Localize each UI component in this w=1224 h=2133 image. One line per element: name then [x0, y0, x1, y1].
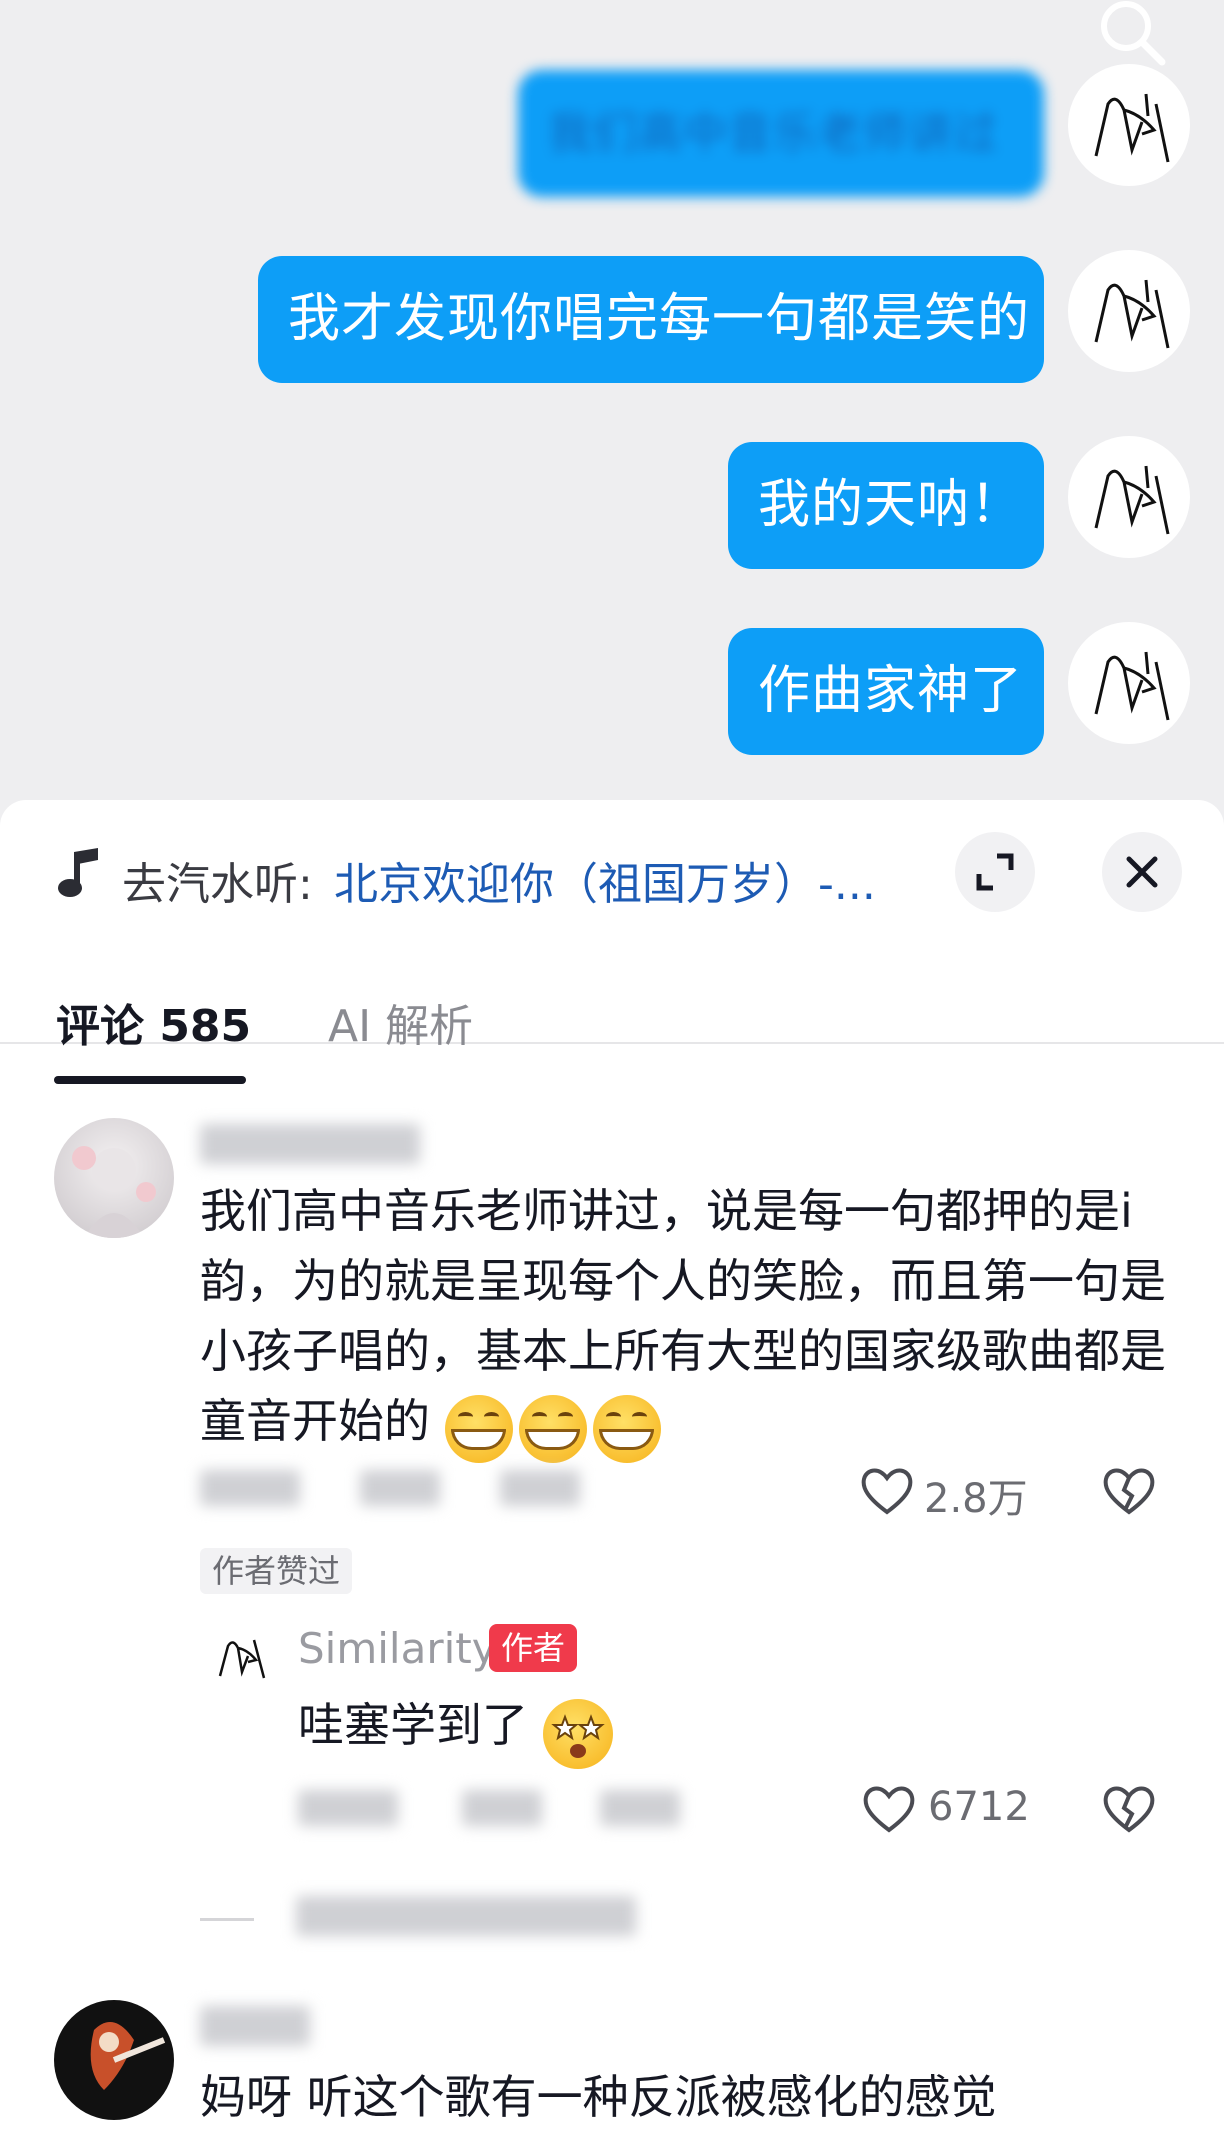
emoji-group [444, 1394, 661, 1463]
chat-bubble: 我们高中音乐老师讲过 [518, 70, 1044, 197]
username-blurred [200, 2006, 310, 2046]
username-blurred [200, 1124, 420, 1164]
avatar[interactable] [1068, 250, 1190, 372]
author-badge: 作者 [489, 1624, 578, 1672]
search-icon[interactable] [1090, 0, 1170, 70]
reply-button-blurred[interactable] [600, 1790, 680, 1826]
tab-underline [54, 1076, 246, 1084]
tab-comments[interactable]: 评论 585 [56, 990, 251, 1054]
divider [200, 1918, 254, 1921]
heart-icon[interactable] [862, 1784, 916, 1834]
grin-emoji-icon [518, 1394, 587, 1463]
comment-text-content: 我们高中音乐老师讲过，说是每一句都押的是i韵，为的就是呈现每个人的笑脸，而且第一… [200, 1184, 1166, 1448]
chat-area: 我们高中音乐老师讲过 我才发现你唱完每一句都是笑的 我的天呐！ 作曲家神了 [0, 0, 1224, 800]
tab-ai-analysis[interactable]: AI 解析 [328, 990, 473, 1054]
close-icon[interactable] [1102, 832, 1182, 912]
grin-emoji-icon [592, 1394, 661, 1463]
chat-bubble: 我才发现你唱完每一句都是笑的 [258, 256, 1044, 383]
avatar[interactable] [54, 2000, 174, 2120]
comment-text: 我们高中音乐老师讲过，说是每一句都押的是i韵，为的就是呈现每个人的笑脸，而且第一… [200, 1176, 1180, 1463]
time-blurred [200, 1470, 300, 1506]
avatar[interactable] [1068, 436, 1190, 558]
author-liked-tag: 作者赞过 [200, 1548, 353, 1594]
location-blurred [360, 1470, 440, 1506]
music-bar[interactable]: 去汽水听: 北京欢迎你（祖国万岁）-... [0, 800, 1224, 950]
starstruck-emoji-icon [542, 1698, 613, 1769]
broken-heart-icon[interactable] [1102, 1784, 1156, 1834]
like-count: 2.8万 [924, 1476, 1028, 1522]
comment-text-content: 妈呀 听这个歌有一种反派被感化的感觉 [200, 2070, 997, 2124]
music-note-icon [56, 848, 104, 898]
avatar[interactable] [1068, 622, 1190, 744]
reply-author-name[interactable]: Similarity [298, 1624, 497, 1673]
chat-bubble-text: 我的天呐！ [758, 475, 1024, 535]
broken-heart-icon[interactable] [1102, 1466, 1156, 1516]
music-title-link[interactable]: 北京欢迎你（祖国万岁）-... [334, 848, 924, 912]
avatar[interactable] [208, 1624, 274, 1690]
avatar[interactable] [54, 1118, 174, 1238]
music-bar-prefix: 去汽水听: [122, 859, 313, 910]
expand-icon[interactable] [955, 832, 1035, 912]
chat-bubble-text: 我才发现你唱完每一句都是笑的 [288, 289, 1031, 349]
chat-bubble: 我的天呐！ [728, 442, 1044, 569]
reply-text: 哇塞学到了 [298, 1690, 1098, 1769]
like-count: 6712 [928, 1784, 1030, 1830]
time-blurred [298, 1790, 398, 1826]
emoji-group [542, 1698, 617, 1769]
chat-bubble-text: 作曲家神了 [758, 661, 1024, 721]
comment-text: 妈呀 听这个歌有一种反派被感化的感觉 [200, 2062, 1200, 2132]
heart-icon[interactable] [860, 1466, 914, 1516]
reply-text-content: 哇塞学到了 [298, 1698, 528, 1752]
chat-bubble: 作曲家神了 [728, 628, 1044, 755]
tab-bar: 评论 585 AI 解析 [0, 950, 1224, 1052]
avatar[interactable] [1068, 64, 1190, 186]
location-blurred [462, 1790, 542, 1826]
expand-replies-blurred[interactable] [296, 1896, 636, 1936]
reply-button-blurred[interactable] [500, 1470, 580, 1506]
chat-bubble-text: 我们高中音乐老师讲过 [548, 108, 998, 159]
grin-emoji-icon [444, 1394, 513, 1463]
